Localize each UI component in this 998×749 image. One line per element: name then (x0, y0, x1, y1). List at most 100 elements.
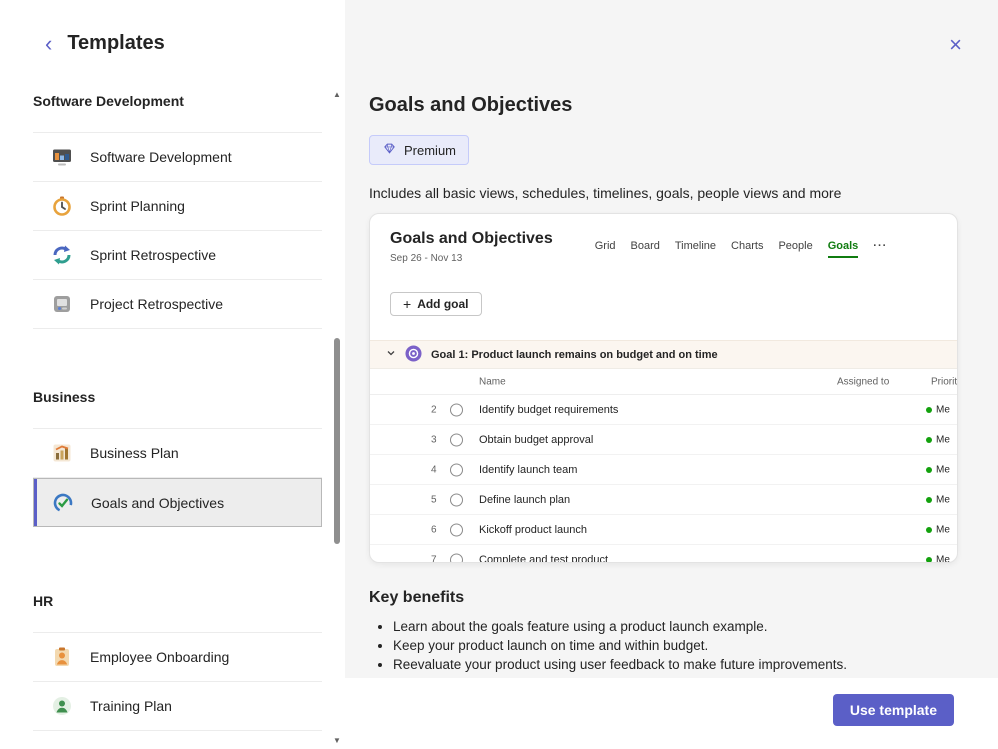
sidebar-item-goals-and-objectives[interactable]: Goals and Objectives (33, 478, 322, 527)
benefits-list: Learn about the goals feature using a pr… (369, 619, 958, 672)
priority-label: Medium (936, 404, 950, 415)
radio-icon (450, 523, 463, 536)
table-row: 6 Kickoff product launch Medium (370, 515, 958, 545)
goals-and-objectives-icon (50, 490, 76, 516)
priority-dot-icon (926, 527, 932, 533)
sidebar-item-label: Business Plan (90, 445, 179, 461)
software-development-icon (49, 144, 75, 170)
radio-icon (450, 433, 463, 446)
priority-label: Medium (936, 434, 950, 445)
col-assigned-to: Assigned to (837, 376, 889, 387)
preview-title-block: Goals and Objectives Sep 26 - Nov 13 (390, 230, 553, 264)
sidebar-item-sprint-planning[interactable]: Sprint Planning (33, 182, 322, 231)
task-name: Identify launch team (479, 464, 577, 476)
section-header-software-development: Software Development (33, 93, 345, 109)
close-icon: × (949, 32, 962, 57)
row-number: 4 (431, 464, 437, 475)
preview-title: Goals and Objectives (390, 230, 553, 248)
sidebar-item-label: Project Retrospective (90, 296, 223, 312)
radio-icon (450, 553, 463, 563)
section-list-hr: Employee Onboarding Training Plan (33, 632, 322, 731)
priority-dot-icon (926, 497, 932, 503)
detail-title: Goals and Objectives (369, 94, 958, 117)
benefit-item: Learn about the goals feature using a pr… (393, 619, 958, 634)
row-number: 6 (431, 524, 437, 535)
use-template-button[interactable]: Use template (833, 694, 954, 726)
preview-header: Goals and Objectives Sep 26 - Nov 13 Gri… (370, 214, 957, 264)
sidebar-item-sprint-retrospective[interactable]: Sprint Retrospective (33, 231, 322, 280)
close-button[interactable]: × (949, 34, 962, 56)
sidebar-scrollbar: ▲ ▼ (332, 90, 342, 745)
benefit-item: Keep your product launch on time and wit… (393, 638, 958, 653)
priority-dot-icon (926, 467, 932, 473)
priority-dot-icon (926, 557, 932, 563)
sidebar-item-employee-onboarding[interactable]: Employee Onboarding (33, 633, 322, 682)
preview-date-range: Sep 26 - Nov 13 (390, 253, 553, 264)
template-detail-panel: × Goals and Objectives Premium Includes … (345, 0, 998, 749)
table-row: 2 Identify budget requirements Medium (370, 395, 958, 425)
priority-dot-icon (926, 407, 932, 413)
sprint-retrospective-icon (49, 242, 75, 268)
radio-icon (450, 463, 463, 476)
table-row: 5 Define launch plan Medium (370, 485, 958, 515)
templates-sidebar: ‹ Templates Software Development Softwar… (0, 0, 345, 749)
priority-label: Medium (936, 464, 950, 475)
preview-tabs: Grid Board Timeline Charts People Goals … (595, 230, 888, 264)
radio-icon (450, 403, 463, 416)
templates-dialog: ‹ Templates Software Development Softwar… (0, 0, 998, 749)
sidebar-item-software-development[interactable]: Software Development (33, 133, 322, 182)
goal-icon (405, 345, 422, 365)
scroll-up-icon[interactable]: ▲ (332, 90, 342, 99)
radio-icon (450, 493, 463, 506)
add-goal-button: + Add goal (390, 292, 482, 316)
template-preview: Goals and Objectives Sep 26 - Nov 13 Gri… (369, 213, 958, 563)
task-name: Complete and test product (479, 554, 608, 564)
table-row: 4 Identify launch team Medium (370, 455, 958, 485)
priority-label: Medium (936, 554, 950, 563)
goal-group-title: Goal 1: Product launch remains on budget… (431, 349, 718, 361)
chevron-down-icon (386, 348, 396, 361)
footer-bar: Use template (345, 678, 998, 749)
section-header-business: Business (33, 389, 345, 405)
tab-board: Board (631, 240, 660, 256)
sidebar-item-label: Sprint Planning (90, 198, 185, 214)
col-name: Name (479, 376, 506, 387)
premium-label: Premium (404, 143, 456, 158)
section-list-business: Business Plan Goals and Objectives (33, 428, 322, 527)
sidebar-item-business-plan[interactable]: Business Plan (33, 429, 322, 478)
priority-dot-icon (926, 437, 932, 443)
more-tabs-icon: ··· (873, 240, 887, 252)
scrollbar-thumb[interactable] (334, 338, 340, 544)
page-title: Templates (67, 32, 164, 55)
priority-label: Medium (936, 494, 950, 505)
sidebar-item-label: Sprint Retrospective (90, 247, 216, 263)
table-row: 3 Obtain budget approval Medium (370, 425, 958, 455)
tab-timeline: Timeline (675, 240, 716, 256)
sprint-planning-icon (49, 193, 75, 219)
table-row: 7 Complete and test product Medium (370, 545, 958, 563)
task-name: Identify budget requirements (479, 404, 618, 416)
employee-onboarding-icon (49, 644, 75, 670)
sidebar-item-label: Goals and Objectives (91, 495, 224, 511)
tab-grid: Grid (595, 240, 616, 256)
sidebar-item-training-plan[interactable]: Training Plan (33, 682, 322, 731)
sidebar-item-project-retrospective[interactable]: Project Retrospective (33, 280, 322, 329)
benefit-item: Reevaluate your product using user feedb… (393, 657, 958, 672)
plus-icon: + (403, 297, 411, 311)
sidebar-header: ‹ Templates (0, 0, 345, 55)
row-number: 5 (431, 494, 437, 505)
row-number: 3 (431, 434, 437, 445)
gem-icon (382, 141, 397, 159)
row-number: 7 (431, 554, 437, 563)
back-icon[interactable]: ‹ (45, 33, 52, 55)
add-goal-label: Add goal (417, 297, 468, 311)
training-plan-icon (49, 693, 75, 719)
business-plan-icon (49, 440, 75, 466)
sidebar-item-label: Training Plan (90, 698, 172, 714)
sidebar-item-label: Software Development (90, 149, 232, 165)
key-benefits-title: Key benefits (369, 589, 958, 607)
tab-people: People (778, 240, 812, 256)
col-priority: Priority (931, 376, 958, 387)
premium-badge: Premium (369, 135, 469, 165)
scroll-down-icon[interactable]: ▼ (332, 736, 342, 745)
